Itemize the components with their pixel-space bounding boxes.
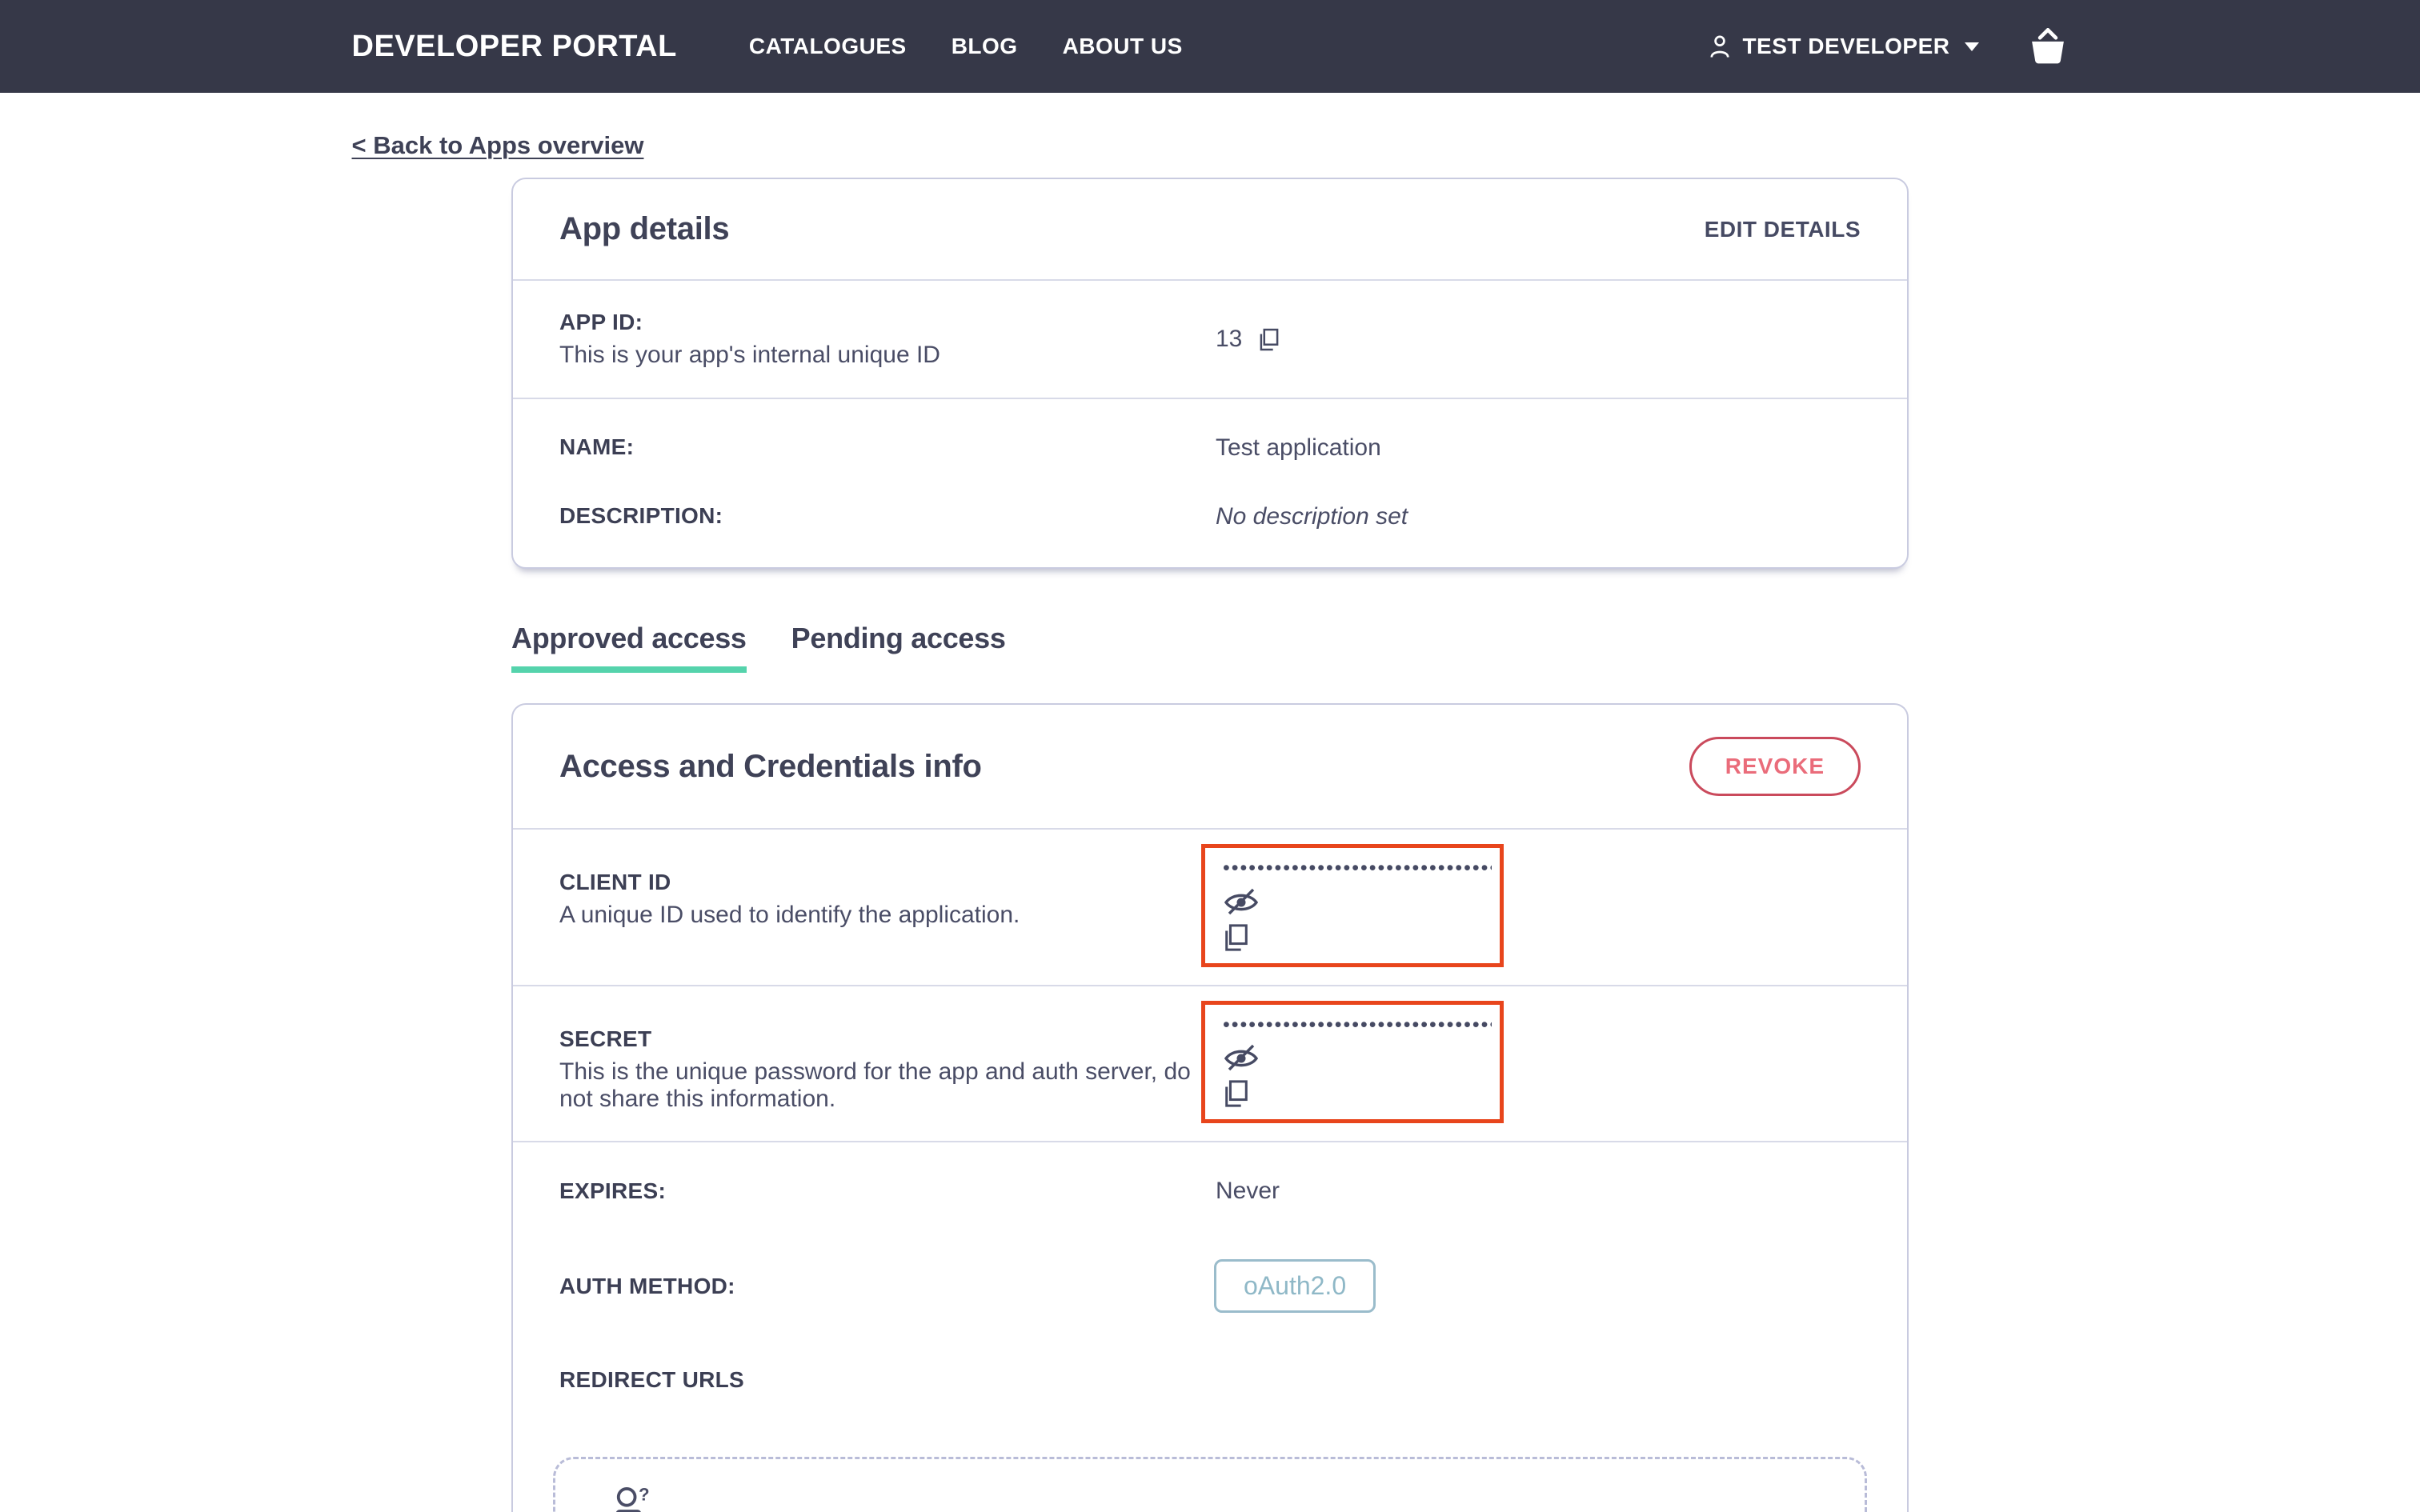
app-details-header: App details EDIT DETAILS [513, 179, 1907, 281]
svg-text:?: ? [639, 1485, 650, 1505]
client-id-description: A unique ID used to identify the applica… [559, 902, 1020, 928]
secret-description: This is the unique password for the app … [559, 1058, 1191, 1112]
main-nav: CATALOGUES BLOG ABOUT US [749, 34, 1183, 59]
nav-item-catalogues[interactable]: CATALOGUES [749, 34, 907, 59]
tab-approved-access[interactable]: Approved access [511, 622, 747, 673]
navbar-inner: DEVELOPER PORTAL CATALOGUES BLOG ABOUT U… [352, 28, 2069, 65]
app-details-title: App details [559, 211, 730, 246]
basket-button[interactable] [2027, 28, 2069, 65]
app-id-label: APP ID: [559, 310, 643, 334]
app-id-value: 13 [1216, 326, 1243, 352]
copy-icon[interactable] [1223, 1079, 1485, 1108]
name-value: Test application [1216, 434, 1381, 461]
description-row: DESCRIPTION: No description set [513, 482, 1907, 567]
expires-value: Never [1216, 1178, 1280, 1204]
secret-label-block: SECRET This is the unique password for t… [559, 1001, 1216, 1124]
redirect-urls-label: REDIRECT URLS [559, 1367, 745, 1392]
secret-row: SECRET This is the unique password for t… [513, 986, 1907, 1142]
client-id-label: CLIENT ID [559, 870, 671, 894]
app-id-value-cell: 13 [1216, 310, 1861, 369]
credentials-title: Access and Credentials info [559, 748, 982, 784]
redirect-urls-row: REDIRECT URLS [513, 1340, 1907, 1420]
user-menu[interactable]: TEST DEVELOPER [1705, 32, 1979, 61]
tab-pending-access[interactable]: Pending access [791, 622, 1006, 673]
auth-method-label: AUTH METHOD: [559, 1273, 735, 1298]
description-value: No description set [1216, 503, 1408, 530]
client-id-masked-value: •••••••••••••••••••••••••••••••• [1223, 858, 1492, 879]
back-to-apps-link[interactable]: < Back to Apps overview [352, 131, 644, 159]
access-tabs: Approved access Pending access [511, 622, 1909, 673]
expires-row: EXPIRES: Never [513, 1142, 1907, 1232]
navbar-right: TEST DEVELOPER [1705, 28, 2068, 65]
expires-label: EXPIRES: [559, 1178, 667, 1203]
auth-method-badge: oAuth2.0 [1214, 1259, 1376, 1313]
brand-logo[interactable]: DEVELOPER PORTAL [352, 30, 677, 64]
client-id-label-block: CLIENT ID A unique ID used to identify t… [559, 844, 1216, 967]
client-id-secret-box: •••••••••••••••••••••••••••••••• [1201, 844, 1504, 967]
eye-slash-icon[interactable] [1223, 887, 1485, 916]
client-id-row: CLIENT ID A unique ID used to identify t… [513, 830, 1907, 986]
secret-masked-value: •••••••••••••••••••••••••••••••• [1223, 1014, 1492, 1036]
person-at-laptop-icon: ? [602, 1483, 1818, 1512]
credentials-card: Access and Credentials info REVOKE CLIEN… [511, 703, 1909, 1512]
person-icon [1705, 32, 1734, 61]
nav-item-about-us[interactable]: ABOUT US [1063, 34, 1183, 59]
secret-value-cell: •••••••••••••••••••••••••••••••• [1201, 1000, 1861, 1123]
name-row: NAME: Test application [513, 399, 1907, 482]
nav-item-blog[interactable]: BLOG [952, 34, 1018, 59]
credentials-header: Access and Credentials info REVOKE [513, 705, 1907, 830]
top-navbar: DEVELOPER PORTAL CATALOGUES BLOG ABOUT U… [0, 0, 2420, 93]
main-content: App details EDIT DETAILS APP ID: This is… [511, 178, 1909, 1512]
revoke-button[interactable]: REVOKE [1689, 737, 1861, 796]
name-label: NAME: [559, 434, 635, 459]
client-id-value-cell: •••••••••••••••••••••••••••••••• [1201, 844, 1861, 967]
secret-label: SECRET [559, 1026, 652, 1051]
auth-method-value-cell: oAuth2.0 [1214, 1259, 1861, 1313]
app-details-card: App details EDIT DETAILS APP ID: This is… [511, 178, 1909, 569]
app-id-sublabel: This is your app's internal unique ID [559, 342, 940, 368]
how-to-access-panel: ? How to access the API Product(s) Copy … [553, 1457, 1867, 1512]
eye-slash-icon[interactable] [1223, 1043, 1485, 1072]
copy-icon[interactable] [1258, 327, 1280, 352]
chevron-down-icon [1964, 42, 1979, 51]
copy-icon[interactable] [1223, 923, 1485, 952]
user-menu-label: TEST DEVELOPER [1742, 34, 1950, 58]
auth-method-row: AUTH METHOD: oAuth2.0 [513, 1232, 1907, 1340]
app-id-label-block: APP ID: This is your app's internal uniq… [559, 310, 1216, 369]
back-row: < Back to Apps overview [352, 131, 2069, 160]
app-id-row: APP ID: This is your app's internal uniq… [513, 281, 1907, 399]
secret-secret-box: •••••••••••••••••••••••••••••••• [1201, 1000, 1504, 1123]
edit-details-button[interactable]: EDIT DETAILS [1705, 217, 1861, 242]
description-label: DESCRIPTION: [559, 503, 723, 528]
